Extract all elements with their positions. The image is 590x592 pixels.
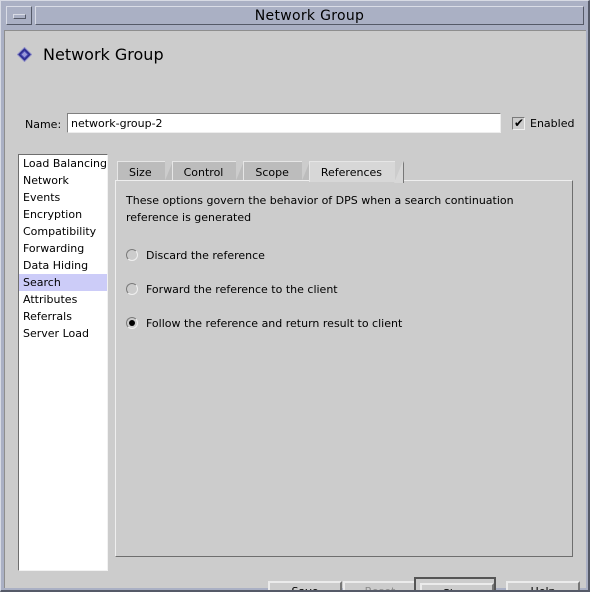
tab-size[interactable]: Size xyxy=(117,161,174,183)
reset-label: Reset xyxy=(364,585,396,592)
radio-button[interactable] xyxy=(126,249,138,261)
save-button[interactable]: Save xyxy=(268,581,342,592)
enabled-checkbox-group[interactable]: ✔ Enabled xyxy=(512,117,574,130)
sidebar-item-attributes[interactable]: Attributes xyxy=(19,291,107,308)
sidebar-item-load-balancing[interactable]: Load Balancing xyxy=(19,155,107,172)
sidebar-item-server-load[interactable]: Server Load xyxy=(19,325,107,342)
sidebar-item-encryption[interactable]: Encryption xyxy=(19,206,107,223)
radio-option-row[interactable]: Forward the reference to the client xyxy=(126,272,556,306)
sidebar-item-data-hiding[interactable]: Data Hiding xyxy=(19,257,107,274)
reference-options-group: Discard the reference Forward the referen… xyxy=(126,238,556,340)
close-default-ring: Close xyxy=(414,577,496,590)
application-window: Network Group Network Group Name: networ… xyxy=(0,0,590,592)
radio-label: Follow the reference and return result t… xyxy=(146,316,403,330)
tab-strip: Size Control Scope References xyxy=(117,160,405,183)
name-input[interactable] xyxy=(67,113,501,133)
enabled-checkbox[interactable]: ✔ xyxy=(512,117,525,130)
title-slab[interactable]: Network Group xyxy=(35,6,584,25)
name-label: Name: xyxy=(25,118,62,131)
sidebar-item-events[interactable]: Events xyxy=(19,189,107,206)
panel-description: These options govern the behavior of DPS… xyxy=(126,194,514,224)
radio-label: Forward the reference to the client xyxy=(146,282,338,296)
radio-button[interactable] xyxy=(126,283,138,295)
tab-references[interactable]: References xyxy=(308,161,405,183)
help-mnemonic: H xyxy=(530,585,539,592)
window-frame: Network Group Network Group Name: networ… xyxy=(4,4,587,592)
tab-scope[interactable]: Scope xyxy=(243,161,311,183)
title-bar: Network Group xyxy=(4,4,586,27)
radio-button-selected[interactable] xyxy=(126,317,138,329)
page-title: Network Group xyxy=(43,45,164,64)
sidebar-item-referrals[interactable]: Referrals xyxy=(19,308,107,325)
sidebar-item-search[interactable]: Search xyxy=(19,274,107,291)
client-area: Network Group Name: ✔ Enabled Load Balan… xyxy=(4,30,587,592)
minimize-icon xyxy=(13,14,26,19)
tab-panel-references: These options govern the behavior of DPS… xyxy=(115,180,573,557)
category-list[interactable]: Load Balancing Network Events Encryption Com… xyxy=(18,154,108,571)
sidebar-item-forwarding[interactable]: Forwarding xyxy=(19,240,107,257)
save-label-rest: ave xyxy=(298,585,319,592)
close-button[interactable]: Close xyxy=(420,583,494,590)
help-button[interactable]: Help xyxy=(506,581,580,592)
close-label: Close xyxy=(442,587,472,590)
enabled-label: Enabled xyxy=(530,117,575,130)
help-label-rest: elp xyxy=(538,585,556,592)
radio-option-row[interactable]: Follow the reference and return result t… xyxy=(126,306,556,340)
sidebar-item-compatibility[interactable]: Compatibility xyxy=(19,223,107,240)
window-title: Network Group xyxy=(254,7,365,24)
check-icon: ✔ xyxy=(514,116,525,130)
minimize-button[interactable] xyxy=(6,6,32,25)
sidebar-item-network[interactable]: Network xyxy=(19,172,107,189)
button-bar: Save Reset Close Help xyxy=(5,557,587,592)
tab-control[interactable]: Control xyxy=(171,161,246,183)
page-header: Network Group xyxy=(16,45,164,64)
reset-button[interactable]: Reset xyxy=(343,581,417,592)
radio-option-row[interactable]: Discard the reference xyxy=(126,238,556,272)
radio-label: Discard the reference xyxy=(146,248,265,262)
diamond-icon xyxy=(16,46,33,63)
